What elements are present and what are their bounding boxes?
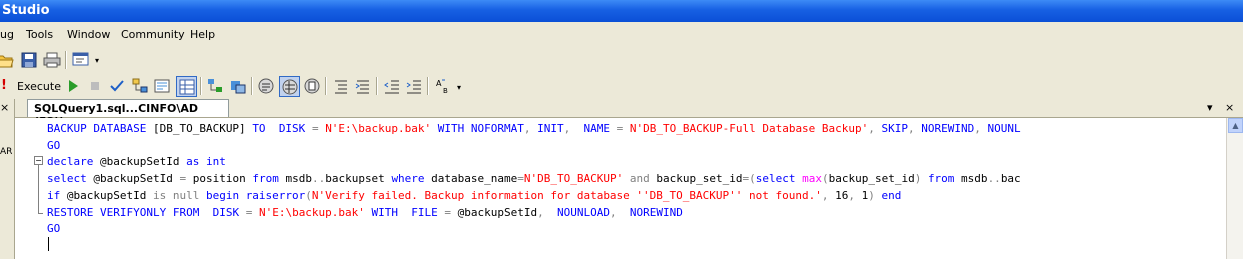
include-plan-icon[interactable] — [206, 77, 224, 95]
code-line-6: RESTORE VERIFYONLY FROM DISK = N'E:\back… — [47, 205, 683, 219]
menu-community[interactable]: Community — [121, 28, 185, 41]
toolbar-separator — [427, 77, 429, 95]
code-line-1: BACKUP DATABASE [DB_TO_BACKUP] TO DISK =… — [47, 122, 1021, 135]
open-folder-icon[interactable] — [0, 51, 14, 69]
scroll-up-icon[interactable]: ▲ — [1228, 118, 1243, 133]
print-icon[interactable] — [43, 51, 61, 69]
results-to-grid-icon — [282, 79, 298, 95]
menu-debug[interactable]: ug — [0, 28, 14, 41]
sql-editor[interactable]: − BACKUP DATABASE [DB_TO_BACKUP] TO DISK… — [15, 118, 1226, 259]
uncomment-icon[interactable] — [354, 77, 372, 95]
svg-text:B: B — [443, 87, 448, 95]
debug-play-icon[interactable] — [64, 77, 82, 95]
query-options-icon[interactable] — [153, 77, 171, 95]
menu-help[interactable]: Help — [190, 28, 215, 41]
menu-tools[interactable]: Tools — [26, 28, 53, 41]
sql-editor-toolbar: ! Execute AB ▾ — [0, 74, 470, 98]
standard-toolbar: ▾ — [0, 48, 120, 73]
results-to-file-icon[interactable] — [303, 77, 321, 95]
text-cursor — [48, 237, 49, 251]
execute-button[interactable]: Execute — [17, 80, 61, 93]
document-tab-bar: SQLQuery1.sql...CINFO\AD (53)) ▾ × — [15, 99, 1243, 128]
menu-window[interactable]: Window — [67, 28, 110, 41]
toolbar-separator — [325, 77, 327, 95]
estimated-plan-icon[interactable] — [131, 77, 149, 95]
outline-end — [38, 213, 43, 214]
tab-dropdown-icon[interactable]: ▾ — [1207, 101, 1213, 114]
collapse-icon[interactable]: − — [34, 156, 43, 165]
code-line-7: GO — [47, 222, 61, 236]
tab-sqlquery1[interactable]: SQLQuery1.sql...CINFO\AD (53)) — [27, 99, 229, 128]
results-grid-icon — [179, 79, 195, 95]
results-to-text-icon[interactable] — [257, 77, 275, 95]
toolbar-overflow-icon[interactable]: ▾ — [95, 56, 99, 65]
parse-check-icon[interactable] — [108, 77, 126, 95]
specify-values-icon[interactable]: AB — [434, 77, 452, 95]
close-icon[interactable]: × — [0, 101, 9, 114]
svg-text:A: A — [436, 79, 442, 88]
title-bar: Studio — [0, 0, 1243, 22]
toolbar-separator — [65, 51, 67, 69]
panel-label: AR — [0, 147, 13, 157]
menu-bar: ug Tools Window Community Help — [0, 24, 1243, 46]
window-title: Studio — [2, 3, 50, 18]
comment-out-icon[interactable] — [332, 77, 350, 95]
outline-gutter: − — [15, 118, 45, 259]
toolbar-separator — [376, 77, 378, 95]
toolbar-overflow-icon[interactable]: ▾ — [457, 83, 461, 92]
code-area[interactable]: BACKUP DATABASE [DB_TO_BACKUP] TO DISK =… — [47, 121, 1021, 238]
code-line-4: select @backupSetId = position from msdb… — [47, 172, 1021, 186]
outline-line — [38, 165, 39, 213]
decrease-indent-icon[interactable] — [383, 77, 401, 95]
close-tab-icon[interactable]: × — [1225, 101, 1234, 114]
code-line-5: if @backupSetId is null begin raiserror(… — [47, 188, 902, 202]
stop-icon[interactable] — [86, 77, 104, 95]
client-statistics-icon[interactable] — [229, 77, 247, 95]
toolbar-separator — [200, 77, 202, 95]
save-icon[interactable] — [20, 51, 38, 69]
code-line-3: declare @backupSetId as int — [47, 155, 226, 169]
vertical-scrollbar[interactable]: ▲ — [1226, 118, 1243, 259]
increase-indent-icon[interactable] — [405, 77, 423, 95]
object-explorer-strip: × AR — [0, 99, 15, 259]
code-line-2: GO — [47, 138, 61, 152]
window-layout-icon[interactable] — [72, 51, 90, 69]
execute-icon: ! — [1, 78, 7, 93]
toolbar-separator — [251, 77, 253, 95]
